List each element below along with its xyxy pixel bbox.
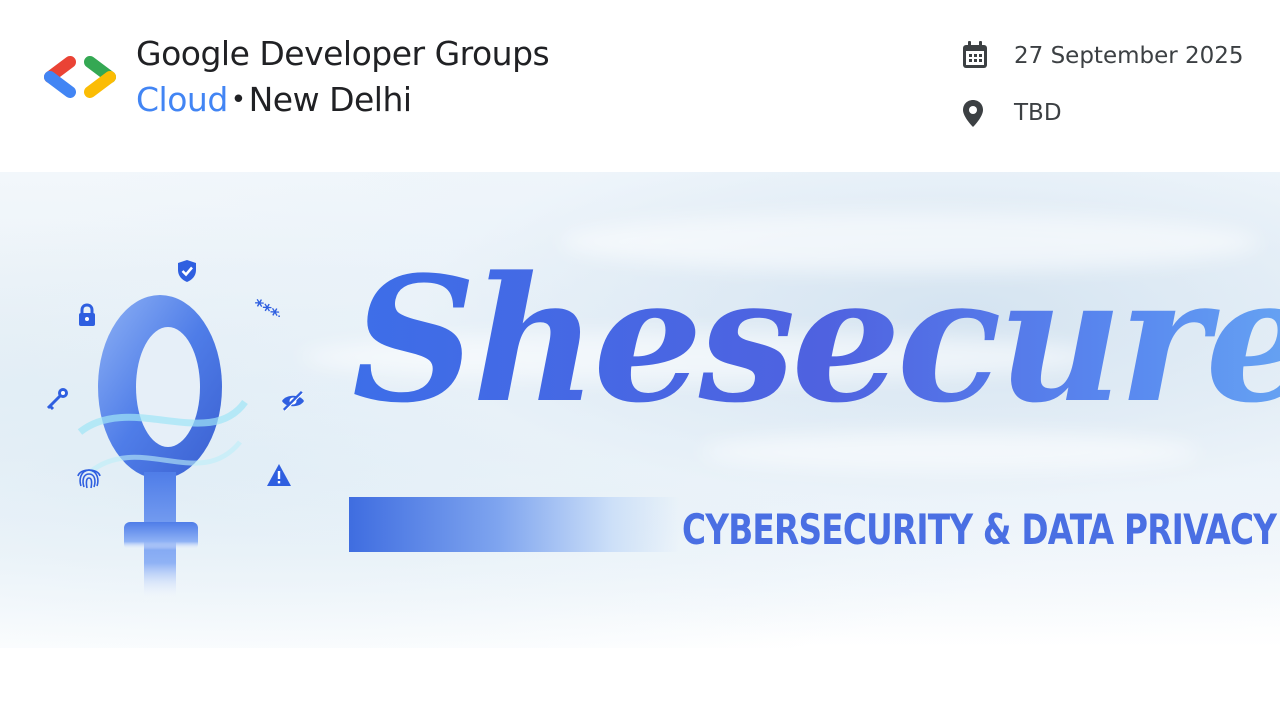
event-header: Google Developer Groups Cloud •New Delhi … bbox=[0, 0, 1280, 172]
key-icon bbox=[46, 388, 68, 411]
shield-check-icon bbox=[178, 260, 196, 282]
chapter-city: New Delhi bbox=[248, 80, 412, 119]
lock-icon bbox=[79, 303, 95, 326]
location-pin-icon bbox=[963, 100, 983, 127]
chapter-name: Cloud •New Delhi bbox=[136, 78, 412, 125]
calendar-icon bbox=[963, 41, 987, 68]
female-symbol-icon bbox=[77, 295, 248, 602]
org-name: Google Developer Groups bbox=[136, 34, 550, 73]
password-asterisks-icon: **** bbox=[249, 298, 280, 330]
eye-off-icon bbox=[282, 390, 304, 412]
svg-text:****: **** bbox=[249, 298, 280, 330]
fingerprint-icon bbox=[77, 469, 101, 489]
event-location: TBD bbox=[1014, 100, 1062, 126]
event-banner: **** Shesecures CYBERSECURITY & DATA PRI… bbox=[0, 172, 1280, 648]
warning-icon bbox=[267, 464, 291, 486]
event-date: 27 September 2025 bbox=[1014, 43, 1244, 69]
title-underline-bar bbox=[349, 497, 679, 552]
gdg-logo-icon bbox=[44, 56, 116, 98]
event-title: Shesecures bbox=[352, 230, 1280, 450]
event-subtitle: CYBERSECURITY & DATA PRIVACY bbox=[682, 505, 1277, 554]
chapter-separator: • bbox=[230, 85, 246, 115]
chapter-prefix: Cloud bbox=[136, 80, 228, 119]
